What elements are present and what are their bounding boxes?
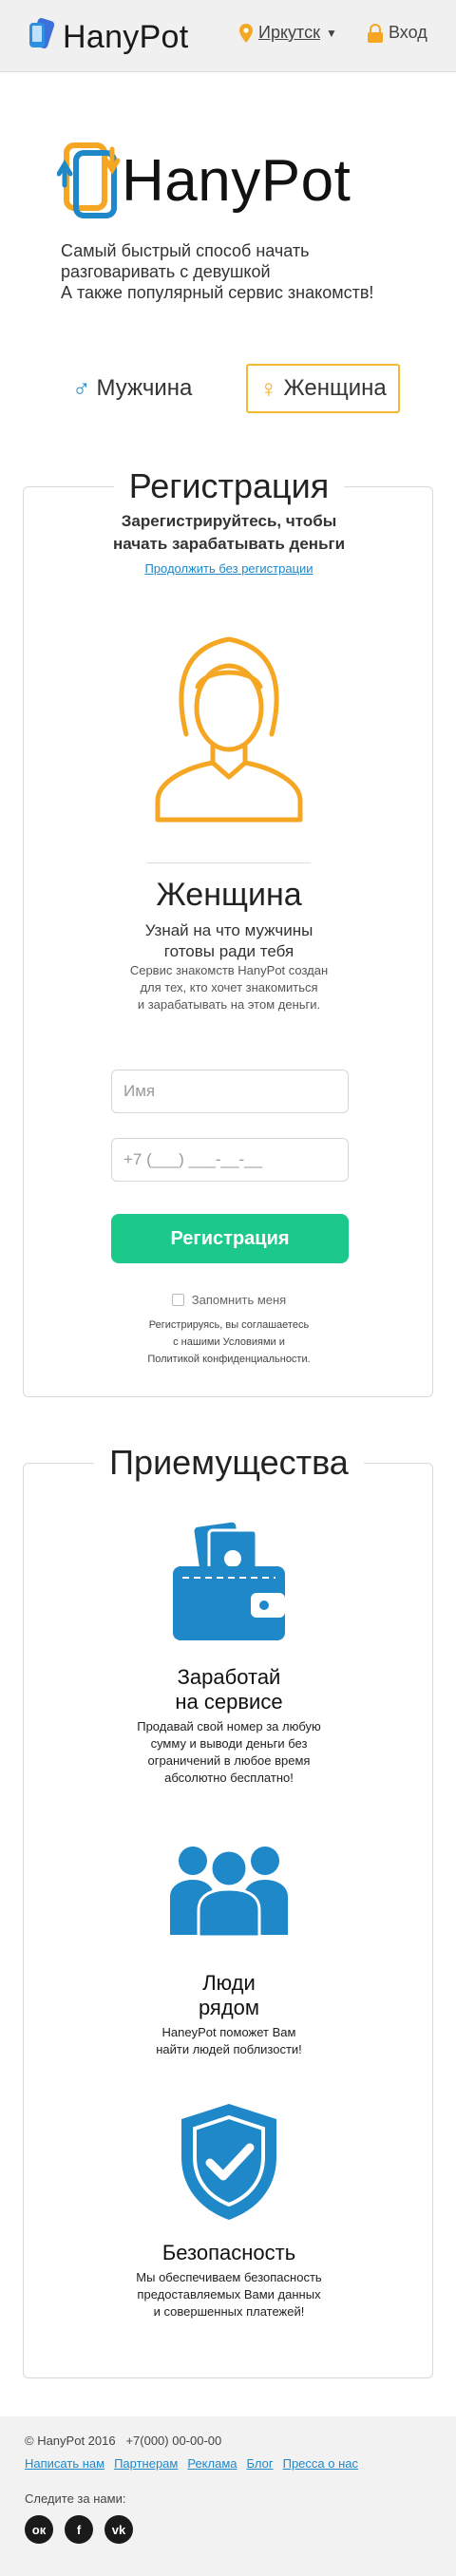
desc-line: Сервис знакомств HanyPot создан [129,963,329,977]
footer-link-ads[interactable]: Реклама [187,2456,237,2471]
terms-line: Политикой конфиденциальности. [147,1354,311,1365]
registration-description: Сервис знакомств HanyPot создан для тех,… [24,962,434,1013]
people-icon [170,1847,288,1939]
role-sub-line: Узнай на что мужчины [144,921,314,939]
footer-links: Написать нам Партнерам Реклама Блог Прес… [25,2456,358,2471]
woman-avatar-icon [155,636,303,823]
footer-phone: +7(000) 00-00-00 [125,2434,222,2448]
skip-registration-link[interactable]: Продолжить без регистрации [24,561,434,576]
footer-link-partners[interactable]: Партнерам [114,2456,178,2471]
gender-male-label: Мужчина [96,375,193,401]
registration-intro: Зарегистрируйтесь, чтобы начать зарабаты… [24,510,434,556]
terms-line: с нашими Условиями и [173,1336,285,1348]
wallet-icon [173,1522,285,1640]
footer: © HanyPot 2016 +7(000) 00-00-00 Написать… [0,2416,456,2576]
social-links: ок f vk [25,2515,133,2544]
intro-line: Зарегистрируйтесь, чтобы [121,512,337,530]
advantage-title-line: на сервисе [175,1690,283,1714]
tagline-line: разговаривать с девушкой [61,262,271,281]
advantage-text: HaneyPot поможет Вам найти людей поблизо… [24,2024,434,2058]
registration-title: Регистрация [24,466,434,506]
logo-icon[interactable] [25,13,57,51]
header-brand[interactable]: HanyPot [63,19,189,56]
footer-link-blog[interactable]: Блог [247,2456,274,2471]
login-button[interactable]: Вход [367,23,428,43]
footer-link-press[interactable]: Пресса о нас [283,2456,358,2471]
advantage-text-line: найти людей поблизости! [156,2042,302,2056]
phone-input[interactable] [111,1138,349,1182]
city-selector[interactable]: Иркутск ▼ [239,23,337,43]
advantage-title-line: Люди [202,1971,256,1995]
advantages-title: Приемущества [24,1443,434,1483]
footer-copyright: © HanyPot 2016 +7(000) 00-00-00 [25,2434,221,2448]
advantage-text-line: ограничений в любое время [147,1753,311,1768]
facebook-icon[interactable]: f [65,2515,93,2544]
advantage-title: Заработай на сервисе [24,1665,434,1714]
advantage-title-line: Безопасность [162,2241,296,2264]
vk-icon[interactable]: vk [104,2515,133,2544]
advantage-text-line: Мы обеспечиваем безопасность [136,2270,322,2284]
registration-role-subtitle: Узнай на что мужчины готовы ради тебя [24,920,434,962]
intro-line: начать зарабатывать деньги [112,535,346,553]
advantage-title-line: рядом [198,1996,260,2019]
location-pin-icon [239,23,253,43]
gender-female-option[interactable]: ♀ Женщина [246,364,400,413]
desc-line: и зарабатывать на этом деньги. [137,997,321,1012]
remember-checkbox[interactable] [171,1294,184,1306]
hanypot-logo-icon [57,142,121,218]
male-symbol-icon: ♂ [72,373,91,403]
advantage-text-line: предоставляемых Вами данных [137,2287,321,2301]
gender-male-option[interactable]: ♂ Мужчина [61,364,203,413]
chevron-down-icon: ▼ [325,26,337,40]
lock-icon [368,23,383,43]
advantage-text-line: HaneyPot поможет Вам [162,2025,296,2039]
registration-title-text: Регистрация [113,466,345,506]
advantage-text-line: сумму и выводи деньги без [150,1736,308,1751]
tagline-line: А также популярный сервис знакомств! [61,283,374,302]
female-symbol-icon: ♀ [259,373,278,403]
login-label: Вход [389,23,428,42]
terms-notice: Регистрируясь, вы соглашаетесь с нашими … [24,1316,434,1368]
divider [147,862,311,863]
terms-line: Регистрируясь, вы соглашаетесь [148,1319,310,1331]
role-sub-line: готовы ради тебя [163,942,294,960]
hero-tagline: Самый быстрый способ начать разговариват… [61,240,422,303]
copyright-text: © HanyPot 2016 [25,2434,116,2448]
advantage-text-line: Продавай свой номер за любую [137,1719,321,1733]
advantage-text-line: и совершенных платежей! [153,2304,305,2319]
desc-line: для тех, кто хочет знакомиться [140,980,318,994]
advantages-title-text: Приемущества [94,1443,364,1483]
advantages-card: Приемущества Заработай на сервисе Продав… [23,1443,434,2378]
odnoklassniki-icon[interactable]: ок [25,2515,53,2544]
advantage-title: Безопасность [24,2241,434,2265]
gender-female-label: Женщина [283,375,387,401]
remember-label: Запомнить меня [191,1293,287,1307]
remember-me[interactable]: Запомнить меня [24,1293,434,1307]
registration-card: Регистрация Зарегистрируйтесь, чтобы нач… [23,466,434,1397]
hero-brand: HanyPot [122,148,352,214]
shield-check-icon [181,2104,276,2220]
advantage-text: Продавай свой номер за любую сумму и выв… [24,1718,434,1787]
footer-link-contact[interactable]: Написать нам [25,2456,104,2471]
advantage-title: Люди рядом [24,1971,434,2020]
advantage-title-line: Заработай [177,1665,281,1689]
top-bar: HanyPot Иркутск ▼ Вход [0,0,456,72]
footer-follow-label: Следите за нами: [25,2491,126,2506]
advantage-text: Мы обеспечиваем безопасность предоставля… [24,2269,434,2320]
register-button[interactable]: Регистрация [111,1214,349,1263]
advantage-text-line: абсолютно бесплатно! [164,1771,294,1785]
name-input[interactable] [111,1070,349,1113]
registration-role: Женщина [156,877,302,913]
city-label: Иркутск [258,23,320,42]
tagline-line: Самый быстрый способ начать [61,241,310,260]
